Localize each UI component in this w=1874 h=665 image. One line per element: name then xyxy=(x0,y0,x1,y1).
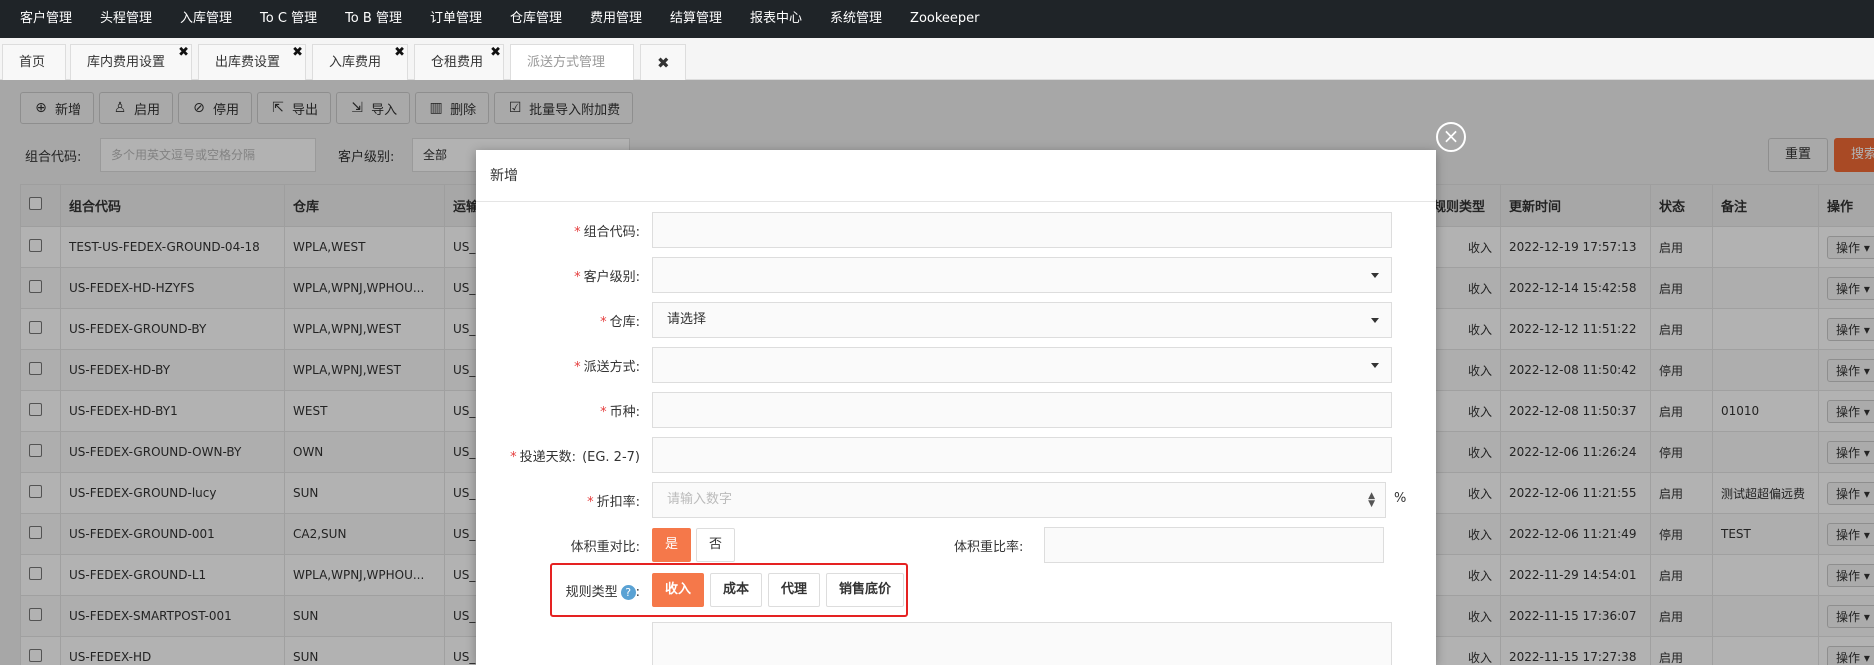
required-mark: * xyxy=(574,360,581,375)
volume-yes-button[interactable]: 是 xyxy=(652,528,692,562)
tab-inbound-fee[interactable]: 入库费用 ✖ xyxy=(312,44,408,80)
volume-compare-toggle: 是 否 xyxy=(652,528,740,562)
nav-system[interactable]: 系统管理 xyxy=(816,0,896,38)
nav-zookeeper[interactable]: Zookeeper xyxy=(896,0,993,38)
label-text: 派送方式: xyxy=(583,360,640,375)
combo-code-input[interactable] xyxy=(652,212,1392,248)
required-mark: * xyxy=(600,405,607,420)
nav-tob[interactable]: To B 管理 xyxy=(331,0,416,38)
spinner-icon[interactable]: ▲ ▼ xyxy=(1368,492,1375,509)
top-nav: 客户管理 头程管理 入库管理 To C 管理 To B 管理 订单管理 仓库管理… xyxy=(0,0,1874,38)
tab-label: 派送方式管理 xyxy=(527,55,606,70)
required-mark: * xyxy=(600,315,607,330)
tab-outbound-fee[interactable]: 出库费设置 ✖ xyxy=(198,44,306,80)
days-hint: (EG. 2-7) xyxy=(582,450,640,465)
label-text: 组合代码: xyxy=(583,225,640,240)
tab-label: 库内费用设置 xyxy=(87,55,166,70)
field-label: * 投递天数: (EG. 2-7) xyxy=(510,446,640,465)
tab-label: 入库费用 xyxy=(329,55,382,70)
nav-fees[interactable]: 费用管理 xyxy=(576,0,656,38)
label-text: 仓库: xyxy=(609,315,640,330)
form-row-customer-level: * 客户级别: xyxy=(476,257,1436,293)
remark-textarea[interactable] xyxy=(652,622,1392,665)
required-mark: * xyxy=(574,270,581,285)
warehouse-dropdown[interactable]: 请选择 xyxy=(652,302,1392,338)
delivery-method-dropdown[interactable] xyxy=(652,347,1392,383)
form-row-warehouse: * 仓库: 请选择 xyxy=(476,302,1436,338)
warehouse-value: 请选择 xyxy=(667,312,707,327)
caret-down-icon xyxy=(1371,363,1379,368)
close-icon[interactable]: ✖ xyxy=(394,35,405,71)
required-mark: * xyxy=(574,225,581,240)
required-mark: * xyxy=(510,450,517,465)
field-label: * 仓库: xyxy=(600,311,640,330)
nav-inbound[interactable]: 入库管理 xyxy=(166,0,246,38)
close-all-tabs-button[interactable]: ✖ xyxy=(640,44,686,80)
field-label: 体积重对比: xyxy=(570,540,640,555)
label-text: 客户级别: xyxy=(583,270,640,285)
label-text: 币种: xyxy=(609,405,640,420)
tab-label: 出库费设置 xyxy=(215,55,281,70)
nav-customer[interactable]: 客户管理 xyxy=(6,0,86,38)
label-text: 折扣率: xyxy=(596,495,640,510)
tab-home[interactable]: 首页 xyxy=(2,44,66,80)
tab-label: 仓租费用 xyxy=(431,55,484,70)
nav-reports[interactable]: 报表中心 xyxy=(736,0,816,38)
field-label: * 币种: xyxy=(600,401,640,420)
form-row-delivery-days: * 投递天数: (EG. 2-7) xyxy=(476,437,1436,473)
customer-level-dropdown[interactable] xyxy=(652,257,1392,293)
form-row-volume-compare: 体积重对比: 是 否 体积重比率: xyxy=(476,527,1436,563)
field-label: * 派送方式: xyxy=(574,356,640,375)
volume-no-button[interactable]: 否 xyxy=(696,528,736,562)
nav-toc[interactable]: To C 管理 xyxy=(246,0,331,38)
form-row-discount: * 折扣率: 请输入数字 ▲ ▼ % xyxy=(476,482,1436,518)
discount-placeholder: 请输入数字 xyxy=(667,492,733,507)
dialog-title: 新增 xyxy=(476,150,1436,202)
nav-warehouse[interactable]: 仓库管理 xyxy=(496,0,576,38)
currency-input[interactable] xyxy=(652,392,1392,428)
field-label: * 折扣率: xyxy=(587,491,640,510)
modal-close-button[interactable]: × xyxy=(1436,122,1466,152)
volume-ratio-input[interactable] xyxy=(1044,527,1384,563)
close-icon[interactable]: ✖ xyxy=(490,35,501,71)
form-row-currency: * 币种: xyxy=(476,392,1436,428)
tab-delivery-method[interactable]: 派送方式管理 xyxy=(510,44,634,80)
field-label: * 组合代码: xyxy=(574,221,640,240)
percent-sign: % xyxy=(1394,491,1407,506)
form-row-combo-code: * 组合代码: xyxy=(476,212,1436,248)
tab-rent-fee[interactable]: 仓租费用 ✖ xyxy=(414,44,504,80)
nav-orders[interactable]: 订单管理 xyxy=(416,0,496,38)
caret-down-icon xyxy=(1371,318,1379,323)
delivery-days-input[interactable] xyxy=(652,437,1392,473)
nav-firstleg[interactable]: 头程管理 xyxy=(86,0,166,38)
nav-settlement[interactable]: 结算管理 xyxy=(656,0,736,38)
close-icon[interactable]: ✖ xyxy=(178,35,189,71)
close-icon[interactable]: ✖ xyxy=(292,35,303,71)
discount-input[interactable]: 请输入数字 ▲ ▼ xyxy=(652,482,1386,518)
form-row-delivery-method: * 派送方式: xyxy=(476,347,1436,383)
tab-bar: 首页 库内费用设置 ✖ 出库费设置 ✖ 入库费用 ✖ 仓租费用 ✖ 派送方式管理 ✖ xyxy=(0,38,1874,80)
required-mark: * xyxy=(587,495,594,510)
volume-ratio-label: 体积重比率: xyxy=(954,540,1024,555)
caret-down-icon xyxy=(1371,273,1379,278)
field-label: * 客户级别: xyxy=(574,266,640,285)
highlight-box xyxy=(550,563,908,617)
tab-storage-fee[interactable]: 库内费用设置 ✖ xyxy=(70,44,192,80)
label-text: 投递天数: xyxy=(519,450,577,465)
tab-label: 首页 xyxy=(19,55,46,70)
